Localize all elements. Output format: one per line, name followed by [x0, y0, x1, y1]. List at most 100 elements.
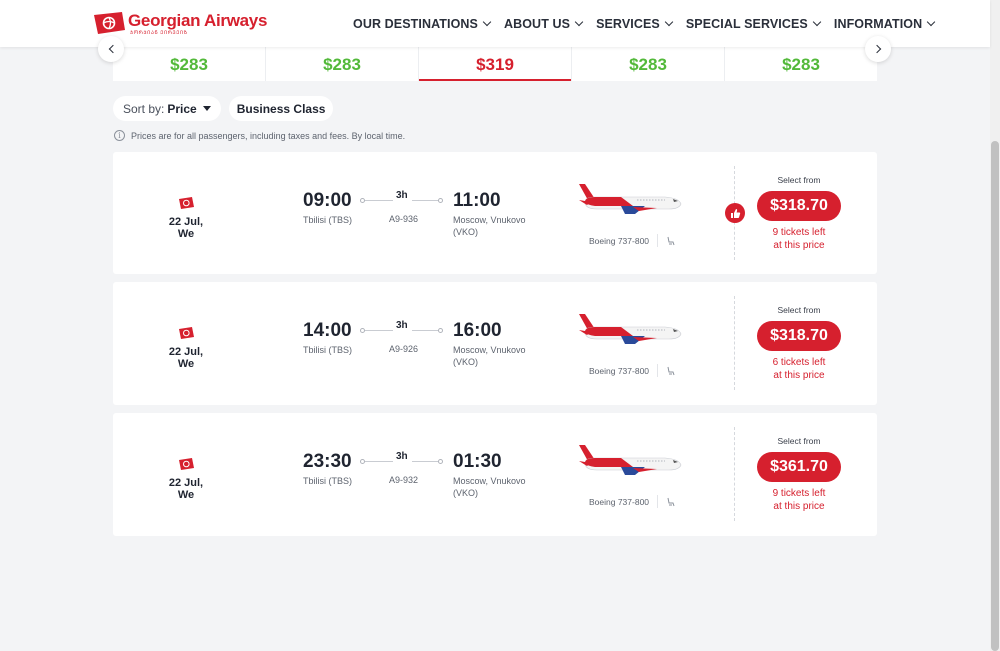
chevron-down-icon: [482, 17, 492, 27]
chevron-down-icon: [812, 17, 822, 27]
sort-dropdown[interactable]: Sort by: Price: [113, 96, 221, 121]
flight-number: A9-932: [389, 475, 419, 485]
select-price-button[interactable]: $318.70: [757, 191, 841, 221]
aircraft-type: Boeing 737-800: [589, 497, 650, 507]
flight-number: A9-926: [389, 344, 419, 354]
tickets-left: 6 tickets left at this price: [757, 356, 841, 382]
airline-logo-icon: [179, 458, 194, 470]
price-divider: [734, 296, 735, 390]
tickets-left-count: 9 tickets left: [772, 227, 826, 238]
arrival-airport-code: (VKO): [453, 227, 479, 237]
recommended-badge: [725, 203, 745, 223]
info-icon: i: [114, 130, 125, 141]
departure-time: 09:00: [303, 190, 352, 211]
flight-date: 22 Jul, We: [168, 216, 204, 240]
nav-label: SPECIAL SERVICES: [685, 17, 808, 31]
arrival-city: Moscow, Vnukovo (VKO): [453, 475, 526, 499]
business-class-filter[interactable]: Business Class: [228, 96, 334, 121]
arrival-city-name: Moscow, Vnukovo: [453, 345, 526, 355]
nav-information[interactable]: INFORMATION: [833, 17, 936, 31]
seat-icon[interactable]: [666, 497, 676, 507]
nav-about-us[interactable]: ABOUT US: [503, 17, 584, 31]
price-info-text: Prices are for all passengers, including…: [131, 130, 406, 141]
select-from-label: Select from: [777, 436, 821, 446]
nav-our-destinations[interactable]: OUR DESTINATIONS: [353, 17, 492, 31]
flight-number: A9-936: [389, 214, 419, 224]
scrollbar-thumb[interactable]: [991, 141, 999, 651]
route-end-dot: [438, 198, 443, 203]
route-line: [365, 461, 393, 462]
departure-city: Tbilisi (TBS): [303, 345, 352, 355]
route-line: [412, 200, 438, 201]
tickets-left-count: 6 tickets left: [772, 357, 826, 368]
main-nav: OUR DESTINATIONS ABOUT US SERVICES SPECI…: [353, 17, 948, 31]
divider: [657, 234, 658, 247]
nav-label: SERVICES: [596, 17, 660, 31]
page-scrollbar[interactable]: [990, 0, 1000, 651]
flight-card[interactable]: 22 Jul, We 14:00 Tbilisi (TBS) 3h A9-926…: [113, 282, 877, 405]
route-line: [412, 461, 438, 462]
route-end-dot: [438, 328, 443, 333]
tickets-left: 9 tickets left at this price: [757, 226, 841, 252]
date-price-cell[interactable]: $283: [113, 47, 266, 81]
select-from-label: Select from: [777, 305, 821, 315]
arrival-airport-code: (VKO): [453, 357, 479, 367]
airplane-image: [579, 184, 682, 214]
route-end-dot: [438, 459, 443, 464]
select-price-button[interactable]: $318.70: [757, 321, 841, 351]
date-price-cell[interactable]: $283: [725, 47, 877, 81]
seat-icon[interactable]: [666, 236, 676, 246]
flight-card[interactable]: 22 Jul, We 23:30 Tbilisi (TBS) 3h A9-932…: [113, 413, 877, 536]
departure-city: Tbilisi (TBS): [303, 215, 352, 225]
date-price-cell[interactable]: $283: [572, 47, 725, 81]
tickets-left-note: at this price: [773, 240, 825, 251]
price-info-note: i Prices are for all passengers, includi…: [114, 130, 405, 141]
arrival-time: 11:00: [453, 190, 501, 211]
nav-services[interactable]: SERVICES: [596, 17, 674, 31]
thumbs-up-icon: [730, 208, 740, 218]
aircraft-type: Boeing 737-800: [589, 366, 650, 376]
prev-dates-button[interactable]: [98, 36, 124, 62]
airline-logo-icon: [179, 327, 194, 339]
chevron-down-icon: [926, 17, 936, 27]
flight-duration: 3h: [396, 190, 408, 201]
airline-logo-icon: [179, 197, 194, 209]
flight-date-block: 22 Jul, We: [161, 197, 211, 240]
filters-bar: Sort by: Price Business Class: [113, 96, 341, 121]
brand-name: Georgian Airways: [128, 11, 268, 30]
arrival-time: 16:00: [453, 320, 502, 341]
nav-special-services[interactable]: SPECIAL SERVICES: [685, 17, 822, 31]
divider: [657, 495, 658, 508]
chevron-left-icon: [108, 44, 117, 54]
arrival-city: Moscow, Vnukovo (VKO): [453, 344, 526, 368]
airplane-image: [579, 445, 682, 475]
tickets-left-note: at this price: [773, 370, 825, 381]
next-dates-button[interactable]: [865, 36, 891, 62]
georgian-airways-logo[interactable]: Georgian Airways ᲯᲝᲠᲯᲘᲐᲜ ᲔᲘᲠᲕᲔᲘᲖ: [92, 12, 267, 36]
flight-date-block: 22 Jul, We: [161, 458, 211, 501]
route-line: [412, 330, 438, 331]
airplane-image: [579, 314, 682, 344]
tickets-left-note: at this price: [773, 501, 825, 512]
select-from-label: Select from: [777, 175, 821, 185]
flight-date: 22 Jul, We: [168, 477, 204, 501]
select-price-button[interactable]: $361.70: [757, 452, 841, 482]
chevron-right-icon: [872, 44, 881, 54]
date-price-cell[interactable]: $283: [266, 47, 419, 81]
nav-label: ABOUT US: [503, 17, 571, 31]
tickets-left: 9 tickets left at this price: [757, 487, 841, 513]
arrival-city: Moscow, Vnukovo (VKO): [453, 214, 526, 238]
arrival-airport-code: (VKO): [453, 488, 479, 498]
chevron-down-icon: [664, 17, 674, 27]
departure-time: 23:30: [303, 451, 352, 472]
aircraft-type: Boeing 737-800: [589, 236, 650, 246]
arrival-city-name: Moscow, Vnukovo: [453, 215, 526, 225]
departure-city: Tbilisi (TBS): [303, 476, 352, 486]
sort-label: Sort by:: [123, 101, 165, 116]
brand-tagline: ᲯᲝᲠᲯᲘᲐᲜ ᲔᲘᲠᲕᲔᲘᲖ: [130, 30, 188, 36]
date-price-cell-selected[interactable]: $319: [419, 47, 572, 81]
nav-label: INFORMATION: [833, 17, 923, 31]
seat-icon[interactable]: [666, 366, 676, 376]
flight-card[interactable]: 22 Jul, We 09:00 Tbilisi (TBS) 3h A9-936…: [113, 152, 877, 274]
divider: [657, 364, 658, 377]
